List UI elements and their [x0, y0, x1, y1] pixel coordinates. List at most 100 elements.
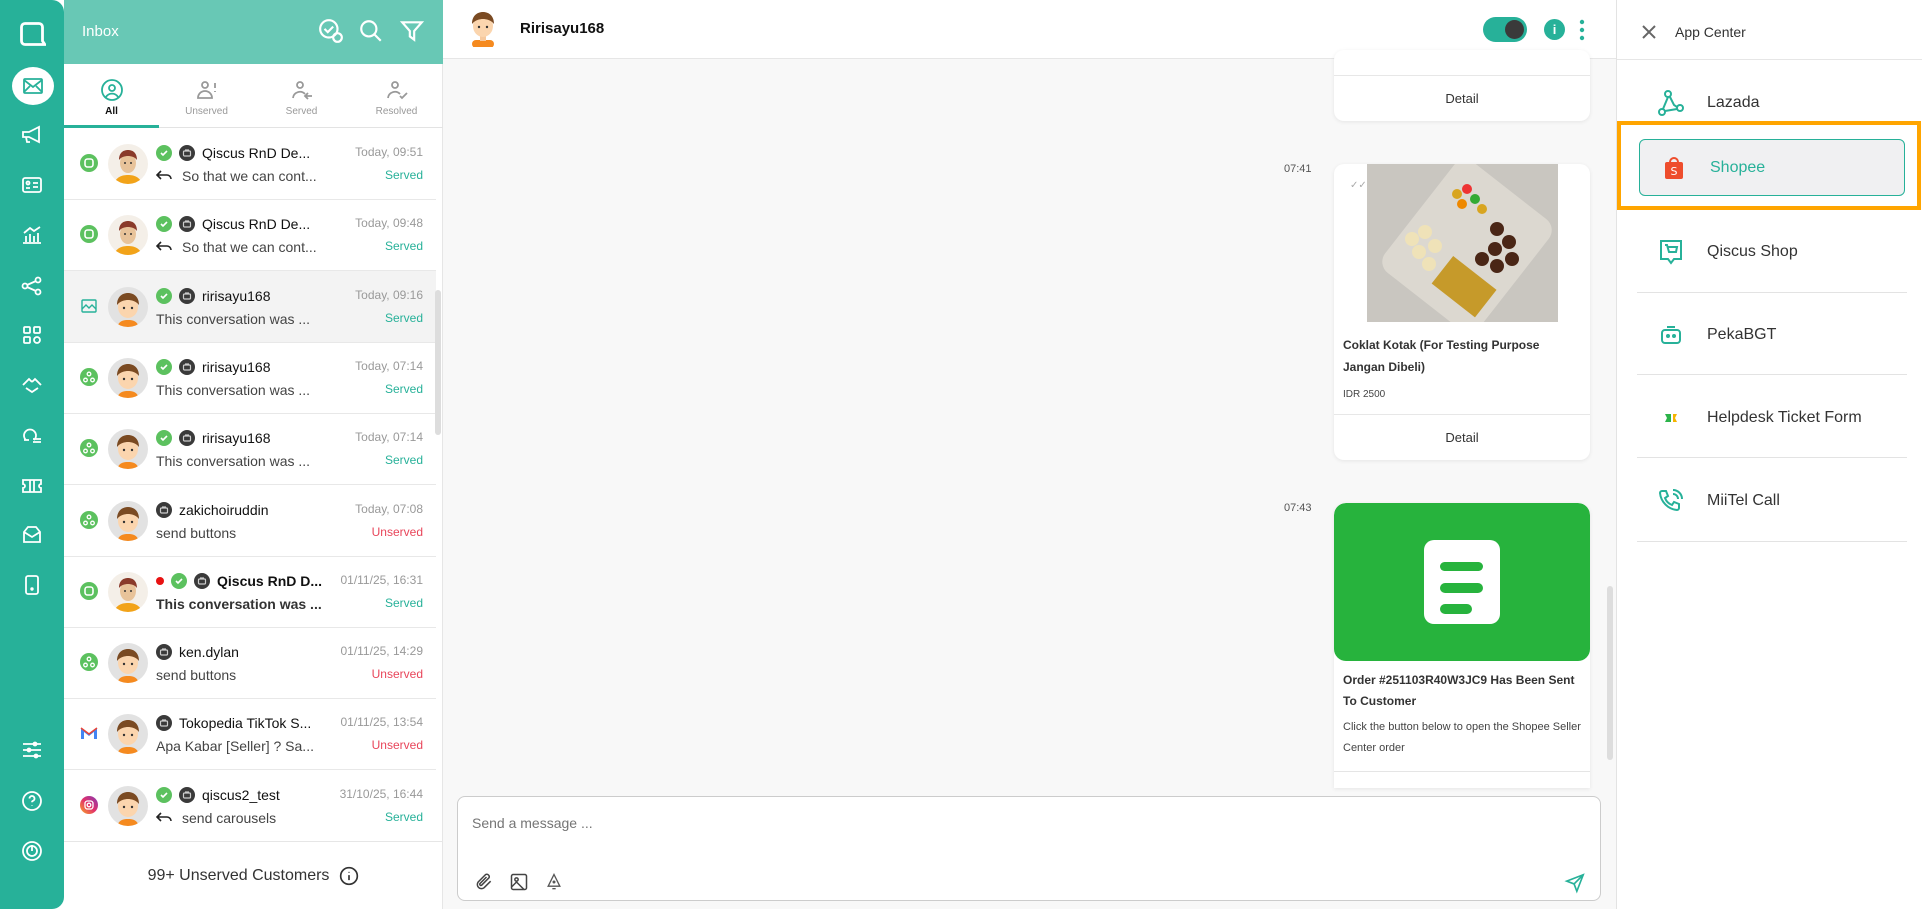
message-time: 07:41 — [1284, 163, 1312, 175]
status-badge: Served — [384, 453, 423, 468]
filter-icon[interactable] — [399, 18, 425, 44]
message-time: 07:43 — [1284, 502, 1312, 514]
help-icon[interactable] — [12, 784, 52, 818]
reply-arrow-icon — [155, 810, 172, 826]
conversation-row[interactable]: Qiscus RnD De... Today, 09:51 So that we c… — [64, 128, 436, 200]
check-circle-icon — [156, 145, 172, 161]
detail-button[interactable]: Detail — [1334, 75, 1590, 121]
order-body: Click the button below to open the Shope… — [1343, 721, 1581, 754]
conversation-name: Qiscus RnD D... — [217, 572, 323, 589]
conversation-row[interactable]: ririsayu168 Today, 07:14 This conversation… — [64, 413, 436, 486]
check-circle-icon — [156, 216, 172, 233]
conversation-row[interactable]: Qiscus RnD De... Today, 09:48 So that we c… — [64, 199, 436, 272]
attachment-paperclip-icon[interactable] — [474, 872, 494, 892]
contacts-card-icon[interactable] — [12, 168, 52, 202]
avatar — [108, 286, 148, 327]
reply-arrow-icon — [155, 168, 172, 184]
conversation-row[interactable]: ken.dylan 01/11/25, 14:29 send buttons Unse… — [64, 627, 436, 700]
archive-box-icon[interactable] — [12, 518, 52, 552]
conversation-name: qiscus2_test — [202, 786, 280, 803]
product-card-previous: Detail — [1334, 50, 1590, 121]
agents-icon[interactable] — [12, 418, 52, 452]
conversation-list: Qiscus RnD De... Today, 09:51 So that we c… — [64, 128, 436, 841]
tab-all[interactable]: All — [64, 64, 159, 128]
product-image — [1367, 164, 1558, 333]
more-options-icon[interactable] — [1579, 19, 1585, 41]
bot-icon — [179, 145, 195, 161]
bot-icon — [156, 715, 172, 732]
lazada-nodes-icon — [1658, 90, 1684, 116]
broadcast-megaphone-icon[interactable] — [12, 118, 52, 152]
info-icon[interactable] — [339, 866, 359, 886]
app-item-label: MiiTel Call — [1707, 492, 1780, 509]
avatar — [108, 571, 148, 612]
status-badge: Served — [384, 310, 423, 325]
custom-channel-icon — [80, 510, 98, 529]
apps-grid-icon[interactable] — [12, 318, 52, 352]
status-badge: Served — [384, 809, 423, 824]
tab-resolved[interactable]: Resolved — [349, 64, 444, 128]
bot-toggle[interactable] — [1483, 17, 1527, 42]
qiscus-logo-icon[interactable] — [12, 17, 52, 51]
logout-power-icon[interactable] — [12, 834, 52, 868]
shop-cart-icon — [1660, 240, 1682, 265]
conversation-time: Today, 09:48 — [355, 216, 423, 231]
conversation-list-scrollbar[interactable] — [435, 290, 441, 435]
conversation-preview: So that we can cont... — [182, 239, 317, 256]
inbox-icon[interactable] — [12, 67, 54, 105]
image-icon[interactable] — [509, 872, 529, 892]
status-badge: Served — [384, 381, 423, 396]
chat-scrollbar[interactable] — [1607, 586, 1613, 760]
conversation-row[interactable]: Tokopedia TikTok S... 01/11/25, 13:54 Apa … — [64, 698, 436, 771]
contact-avatar[interactable] — [463, 7, 503, 48]
custom-channel-icon — [80, 439, 98, 458]
analytics-chart-icon[interactable] — [12, 218, 52, 252]
chat-panel: Ririsayu168 i Detail 07:41 ✓✓ Coklat Kot… — [443, 0, 1616, 909]
tab-unserved[interactable]: Unserved — [159, 64, 254, 128]
handover-icon[interactable] — [12, 368, 52, 402]
conversation-preview: Apa Kabar [Seller] ? Sa... — [156, 738, 314, 755]
shopee-bag-icon: S — [1665, 156, 1683, 179]
unserved-customers-footer[interactable]: 99+ Unserved Customers — [64, 841, 443, 909]
conversation-name: zakichoiruddin — [179, 501, 269, 518]
app-item-shopee[interactable]: S Shopee — [1639, 139, 1905, 196]
conversation-row[interactable]: ririsayu168 Today, 07:14 This conversation… — [64, 342, 436, 414]
conversation-time: Today, 07:08 — [355, 501, 423, 516]
conversation-row[interactable]: Qiscus RnD D... 01/11/25, 16:31 This conve… — [64, 556, 436, 628]
integrations-share-icon[interactable] — [12, 269, 52, 303]
conversation-name: ririsayu168 — [202, 287, 271, 304]
bot-icon — [179, 786, 195, 803]
settings-sliders-icon[interactable] — [12, 733, 52, 767]
close-icon[interactable] — [1641, 24, 1657, 40]
mobile-device-icon[interactable] — [12, 568, 52, 602]
order-card: Order #251103R40W3JC9 Has Been Sent To C… — [1334, 503, 1590, 788]
conversation-row[interactable]: ririsayu168 Today, 09:16 This conversation… — [64, 270, 436, 343]
conversation-row[interactable]: zakichoiruddin Today, 07:08 send buttons Un… — [64, 485, 436, 557]
message-input[interactable] — [472, 815, 1572, 831]
template-bell-icon[interactable] — [544, 872, 564, 892]
avatar — [108, 357, 148, 398]
whatsapp-check-icon[interactable] — [318, 18, 344, 44]
tab-served[interactable]: Served — [254, 64, 349, 128]
conversation-name: Tokopedia TikTok S... — [179, 715, 312, 732]
conversation-preview: send buttons — [156, 667, 237, 684]
app-item-qiscus-shop[interactable]: Qiscus Shop — [1637, 223, 1903, 281]
search-icon[interactable] — [358, 18, 384, 44]
conversation-preview: send carousels — [182, 809, 277, 826]
product-card: ✓✓ Coklat Kotak (For Testing Purpose Jan… — [1334, 164, 1590, 460]
app-item-pekabgt[interactable]: PekaBGT — [1637, 306, 1903, 364]
app-item-miitel-call[interactable]: MiiTel Call — [1637, 472, 1903, 530]
conversation-row[interactable]: qiscus2_test 31/10/25, 16:44 send carousel… — [64, 770, 436, 841]
order-title: Order #251103R40W3JC9 Has Been Sent To C… — [1343, 673, 1575, 708]
detail-button[interactable]: Detail — [1334, 414, 1590, 460]
check-circle-icon — [156, 430, 172, 447]
unserved-customers-label: 99+ Unserved Customers — [147, 866, 330, 884]
info-icon[interactable]: i — [1544, 19, 1565, 40]
check-circle-icon — [156, 786, 172, 803]
custom-channel-icon — [80, 653, 98, 672]
send-icon[interactable] — [1564, 872, 1586, 894]
tickets-icon[interactable] — [12, 469, 52, 503]
app-item-helpdesk-ticket-form[interactable]: Helpdesk Ticket Form — [1637, 389, 1903, 447]
conversation-preview: So that we can cont... — [182, 168, 317, 184]
status-badge: Unserved — [371, 524, 423, 539]
